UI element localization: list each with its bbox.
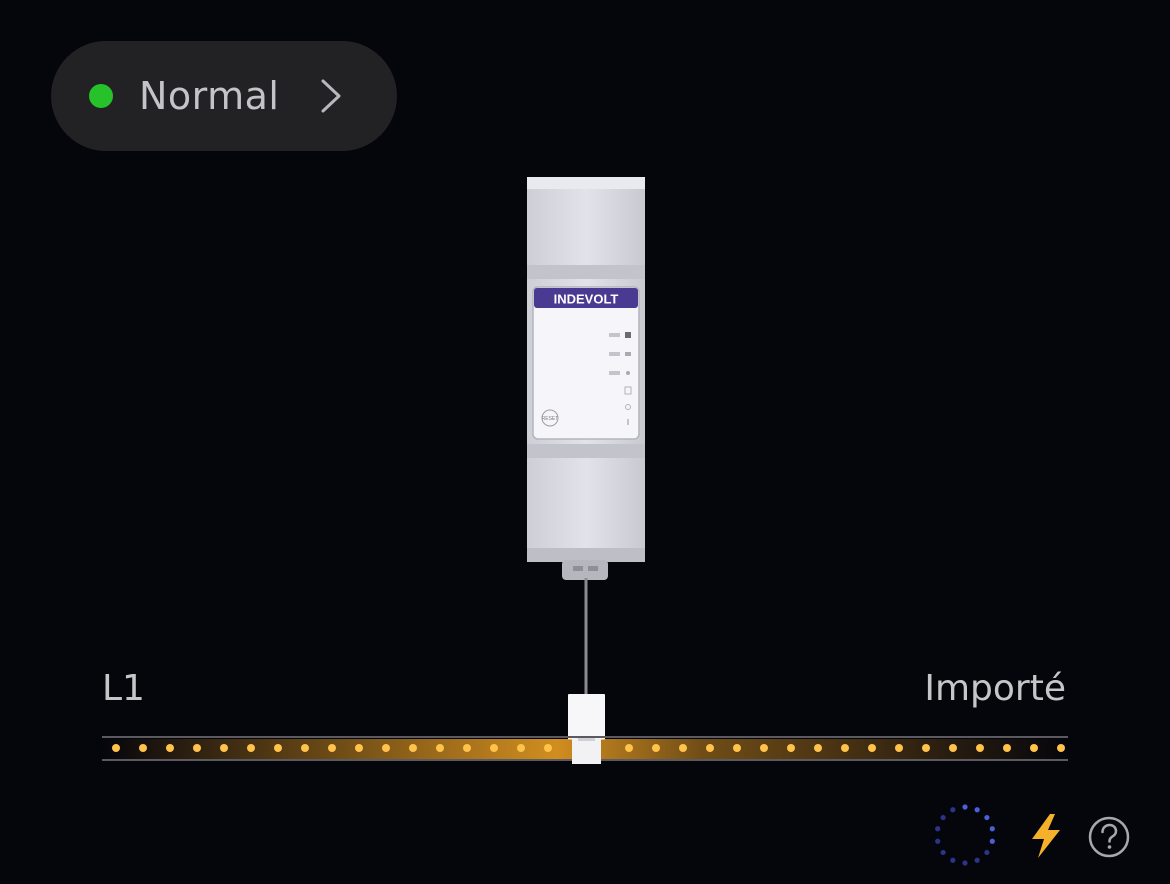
spinner-dot bbox=[974, 857, 980, 863]
lightning-icon bbox=[1032, 814, 1060, 858]
flow-dot bbox=[976, 744, 984, 752]
flow-dot bbox=[544, 744, 552, 752]
energy-meter-screen: Normal INDEVOLT RESET L1 Importé bbox=[0, 0, 1170, 884]
flow-dot bbox=[1003, 744, 1011, 752]
flow-dot bbox=[409, 744, 417, 752]
flow-dot bbox=[301, 744, 309, 752]
flow-dot bbox=[247, 744, 255, 752]
spinner-dot bbox=[935, 826, 941, 832]
flow-dot bbox=[112, 744, 120, 752]
flow-dot bbox=[382, 744, 390, 752]
flow-dot bbox=[841, 744, 849, 752]
flow-dot bbox=[436, 744, 444, 752]
spinner-dot bbox=[962, 804, 968, 810]
power-flow-line bbox=[102, 736, 1068, 764]
spinner-dot bbox=[989, 838, 995, 844]
spinner-dot bbox=[984, 814, 990, 821]
flow-dot bbox=[166, 744, 174, 752]
spinner-dot bbox=[974, 807, 980, 813]
spinner-dot bbox=[940, 849, 946, 856]
spinner-dot bbox=[940, 814, 946, 821]
flow-dot bbox=[787, 744, 795, 752]
flow-dot bbox=[355, 744, 363, 752]
flow-dot bbox=[895, 744, 903, 752]
flow-dot bbox=[679, 744, 687, 752]
flow-dot bbox=[328, 744, 336, 752]
spinner-dot bbox=[935, 838, 941, 844]
flow-dot bbox=[139, 744, 147, 752]
flow-dot bbox=[949, 744, 957, 752]
flow-dot bbox=[625, 744, 633, 752]
help-icon[interactable] bbox=[1087, 815, 1131, 859]
loading-icon bbox=[935, 804, 995, 866]
flow-dot bbox=[706, 744, 714, 752]
flow-dot bbox=[652, 744, 660, 752]
flow-dot bbox=[220, 744, 228, 752]
spinner-dot bbox=[989, 826, 995, 832]
flow-dot bbox=[490, 744, 498, 752]
flow-dot bbox=[868, 744, 876, 752]
flow-dot bbox=[814, 744, 822, 752]
spinner-dot bbox=[950, 857, 956, 863]
flow-dot bbox=[760, 744, 768, 752]
flow-dot bbox=[274, 744, 282, 752]
spinner-dot bbox=[984, 849, 990, 856]
flow-dot bbox=[463, 744, 471, 752]
flow-dot bbox=[193, 744, 201, 752]
spinner-dot bbox=[962, 860, 968, 866]
flow-dot bbox=[1030, 744, 1038, 752]
flow-dot bbox=[517, 744, 525, 752]
spinner-dot bbox=[950, 807, 956, 813]
flow-dot bbox=[922, 744, 930, 752]
flow-dot bbox=[1057, 744, 1065, 752]
flow-dot bbox=[733, 744, 741, 752]
